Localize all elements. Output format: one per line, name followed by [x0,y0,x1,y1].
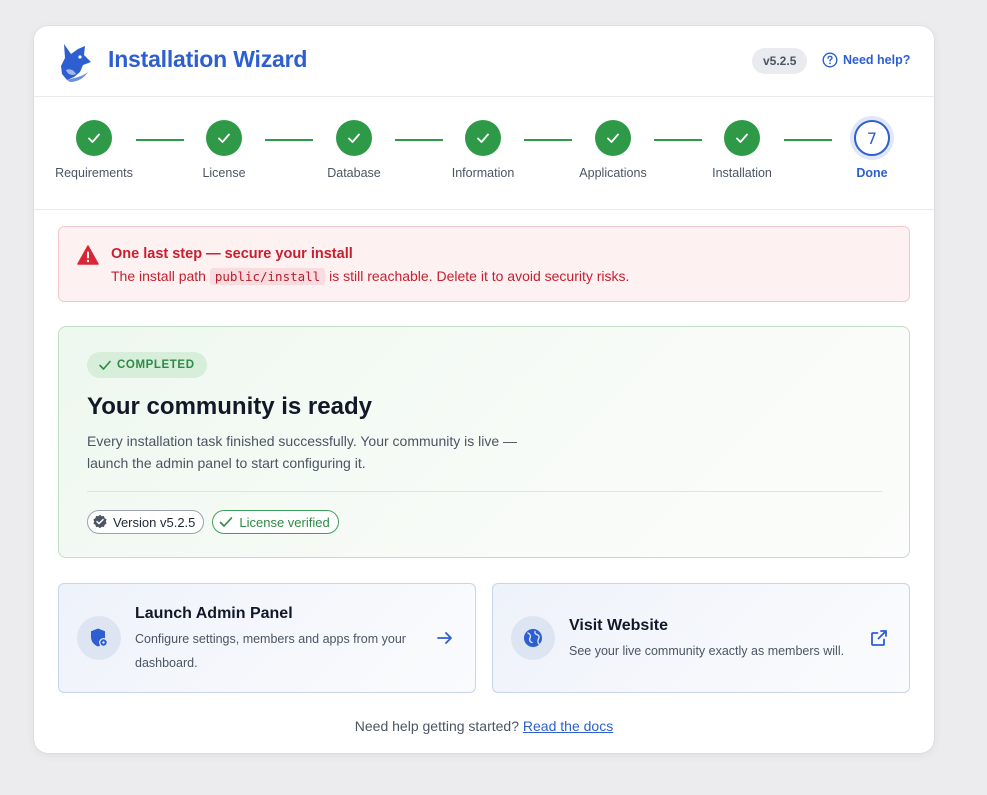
completion-description: Every installation task finished success… [87,433,518,471]
visit-website-button[interactable]: Visit Website See your live community ex… [492,583,910,693]
step-label: License [202,166,246,180]
step-database[interactable]: Database [299,120,409,180]
admin-shield-icon-wrap [77,616,121,660]
check-icon [99,360,111,370]
completion-panel: COMPLETED Your community is ready Every … [58,326,910,558]
step-complete-marker [76,120,112,156]
alert-body: The install path public/install is still… [111,268,630,285]
step-label: Information [451,166,515,180]
progress-stepper: Requirements License Database Informatio… [34,97,934,210]
step-label: Requirements [55,166,133,180]
alert-body-prefix: The install path [111,268,210,284]
verified-seal-icon [93,514,107,529]
help-link-label: Need help? [843,53,911,67]
check-icon [218,133,230,143]
fox-logo-icon [61,44,91,82]
footer-text: Need help getting started? [354,718,523,734]
check-icon [477,133,489,143]
version-badge: v5.2.5 [752,48,808,74]
completed-badge: COMPLETED [87,352,207,378]
globe-icon-wrap [511,616,555,660]
step-current-marker: 7 [854,120,890,156]
license-chip-label: License verified [239,514,330,530]
visit-website-title: Visit Website [569,617,668,634]
step-done[interactable]: 7 Done [817,120,927,180]
external-link-icon [871,630,887,646]
step-label: Installation [712,166,772,180]
step-complete-marker [465,120,501,156]
step-label: Done [856,166,888,180]
step-complete-marker [724,120,760,156]
visit-website-description: See your live community exactly as membe… [569,644,845,658]
step-information[interactable]: Information [428,120,538,180]
check-icon [348,133,360,143]
step-requirements[interactable]: Requirements [39,120,149,180]
alert-title: One last step — secure your install [111,246,353,262]
step-complete-marker [336,120,372,156]
question-circle-icon [822,52,838,68]
globe-icon [524,629,542,647]
admin-panel-description: Configure settings, members and apps fro… [135,632,406,670]
step-label: Database [327,166,381,180]
check-icon [88,133,100,143]
check-icon [220,517,233,527]
check-icon [607,133,619,143]
license-chip: License verified [212,510,339,534]
step-applications[interactable]: Applications [558,120,668,180]
step-complete-marker [595,120,631,156]
step-license[interactable]: License [169,120,279,180]
completion-title: Your community is ready [87,393,372,420]
admin-panel-title: Launch Admin Panel [135,605,293,622]
status-chips: Version v5.2.5 License verified [87,510,339,534]
arrow-right-icon [437,632,452,644]
step-label: Applications [579,166,647,180]
alert-body-suffix: is still reachable. Delete it to avoid s… [325,268,630,284]
install-path-code: public/install [209,268,326,285]
version-chip: Version v5.2.5 [87,510,205,534]
security-alert: One last step — secure your install The … [58,226,910,302]
completed-badge-label: COMPLETED [117,359,195,371]
launch-admin-panel-button[interactable]: Launch Admin Panel Configure settings, m… [58,583,476,693]
header: Installation Wizard v5.2.5 Need help? [34,26,934,97]
footer-help: Need help getting started? Read the docs [34,718,934,734]
check-icon [736,133,748,143]
step-complete-marker [206,120,242,156]
admin-shield-icon [91,628,108,647]
installer-card: Installation Wizard v5.2.5 Need help? Re… [34,26,934,753]
divider [87,491,882,492]
read-the-docs-link[interactable]: Read the docs [523,718,613,734]
warning-triangle-icon [77,245,99,265]
step-installation[interactable]: Installation [687,120,797,180]
version-chip-label: Version v5.2.5 [113,514,196,530]
page-title: Installation Wizard [108,46,308,72]
help-link[interactable]: Need help? [822,52,910,68]
